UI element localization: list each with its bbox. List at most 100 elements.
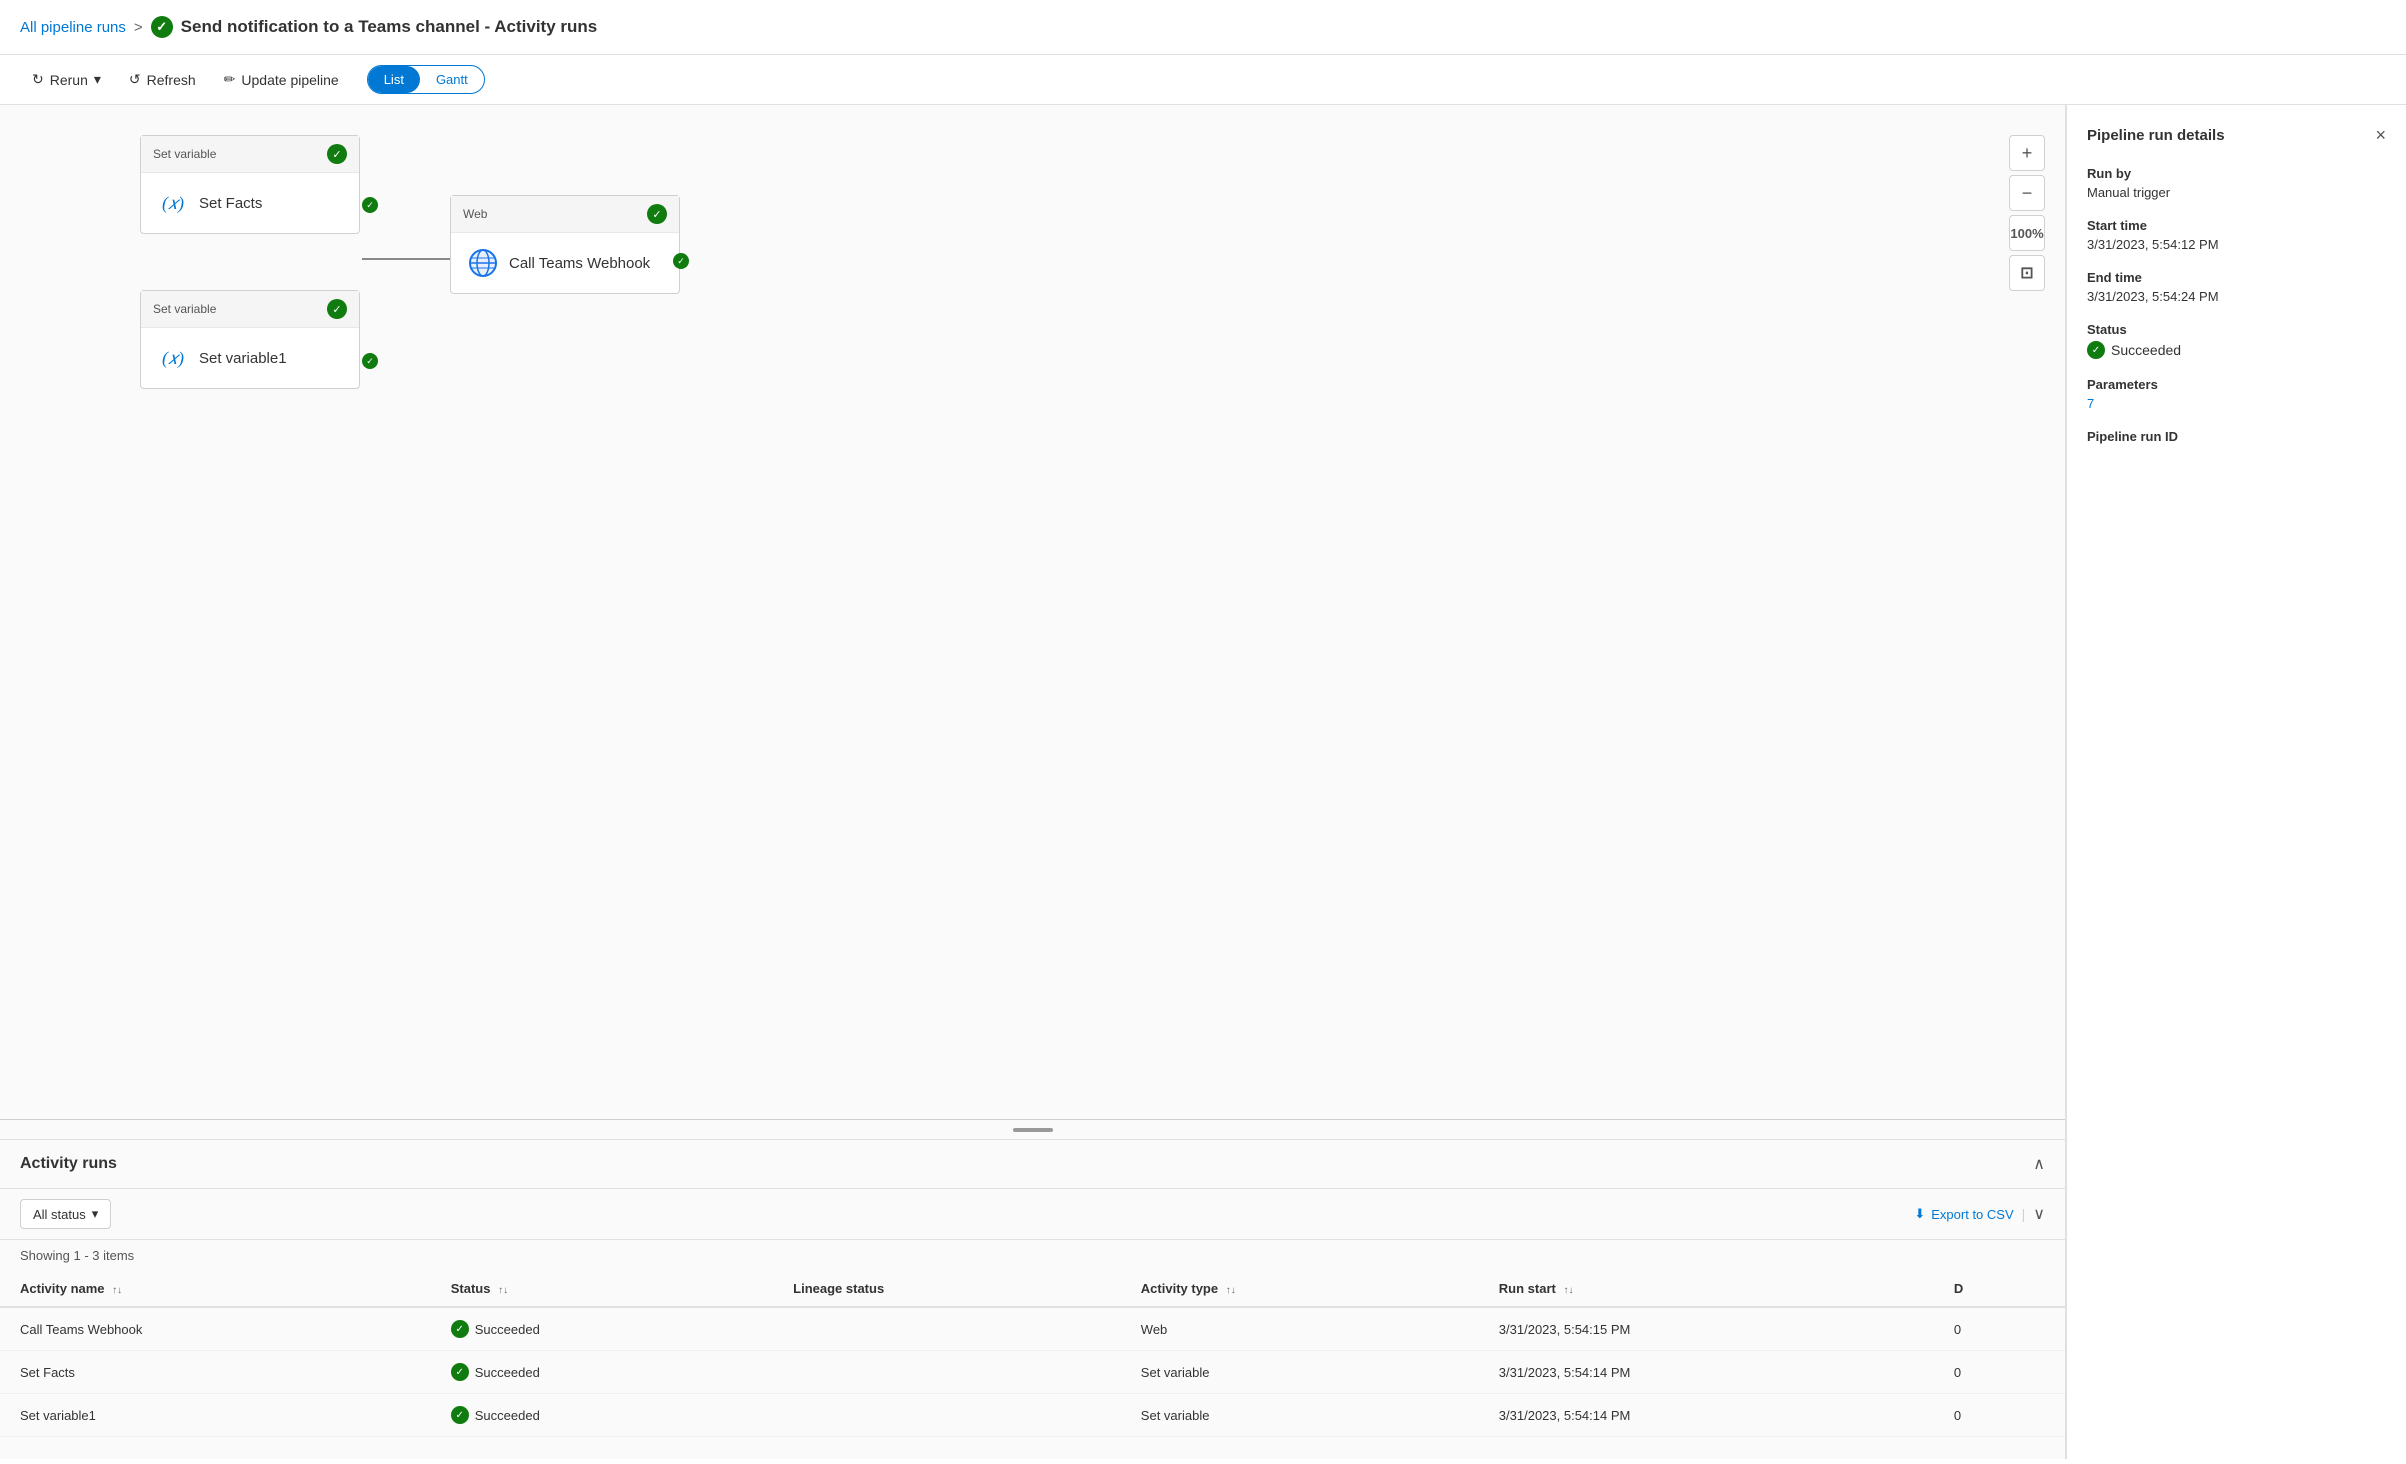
items-count: Showing 1 - 3 items — [0, 1240, 2065, 1271]
web-node[interactable]: Web ✓ — [450, 195, 680, 294]
set-facts-node-body: (𝑥) Set Facts — [141, 173, 359, 233]
start-time-detail: Start time 3/31/2023, 5:54:12 PM — [2087, 218, 2386, 252]
set-variable1-success-icon: ✓ — [327, 299, 347, 319]
run-start-sort-icon[interactable]: ↑↓ — [1563, 1286, 1573, 1296]
web-success-icon: ✓ — [647, 204, 667, 224]
col-d: D — [1934, 1271, 2065, 1307]
page-header: All pipeline runs > ✓ Send notification … — [0, 0, 2406, 55]
zoom-fit-button[interactable]: 100% — [2009, 215, 2045, 251]
breadcrumb-link[interactable]: All pipeline runs — [20, 19, 126, 36]
cell-activity-name: Set variable1 — [0, 1394, 431, 1437]
refresh-icon: ↺ — [129, 71, 141, 88]
cell-activity-name: Set Facts — [0, 1351, 431, 1394]
table-row[interactable]: Call Teams Webhook ✓ Succeeded Web 3/31/… — [0, 1307, 2065, 1351]
activity-name-sort-icon[interactable]: ↑↓ — [112, 1286, 122, 1296]
parameters-value[interactable]: 7 — [2087, 396, 2386, 411]
cell-run-start: 3/31/2023, 5:54:14 PM — [1479, 1351, 1934, 1394]
table-row[interactable]: Set Facts ✓ Succeeded Set variable 3/31/… — [0, 1351, 2065, 1394]
start-time-value: 3/31/2023, 5:54:12 PM — [2087, 237, 2386, 252]
gantt-view-button[interactable]: Gantt — [420, 66, 484, 93]
panel-title: Pipeline run details — [2087, 127, 2225, 144]
zoom-frame-button[interactable]: ⊡ — [2009, 255, 2045, 291]
set-variable1-variable-icon: (𝑥) — [157, 342, 189, 374]
cell-activity-type: Set variable — [1121, 1394, 1479, 1437]
set-variable1-node-body: (𝑥) Set variable1 — [141, 328, 359, 388]
canvas-divider[interactable] — [0, 1119, 2065, 1139]
pipeline-run-id-label: Pipeline run ID — [2087, 429, 2386, 444]
parameters-detail: Parameters 7 — [2087, 377, 2386, 411]
col-activity-type: Activity type ↑↓ — [1121, 1271, 1479, 1307]
run-by-value: Manual trigger — [2087, 185, 2386, 200]
set-variable1-node[interactable]: Set variable ✓ (𝑥) Set variable1 — [140, 290, 360, 389]
app-container: All pipeline runs > ✓ Send notification … — [0, 0, 2406, 1459]
set-variable1-node-header: Set variable ✓ — [141, 291, 359, 328]
web-node-header: Web ✓ — [451, 196, 679, 233]
pipeline-run-details-panel: Pipeline run details × Run by Manual tri… — [2066, 105, 2406, 1459]
zoom-in-button[interactable]: + — [2009, 135, 2045, 171]
cell-run-start: 3/31/2023, 5:54:15 PM — [1479, 1307, 1934, 1351]
close-panel-button[interactable]: × — [2375, 125, 2386, 146]
cell-d: 0 — [1934, 1351, 2065, 1394]
table-row[interactable]: Set variable1 ✓ Succeeded Set variable 3… — [0, 1394, 2065, 1437]
view-toggle: List Gantt — [367, 65, 485, 94]
zoom-out-button[interactable]: − — [2009, 175, 2045, 211]
activity-runs-toolbar: All status ▾ ⬇ Export to CSV | ∨ — [0, 1189, 2065, 1240]
parameters-label: Parameters — [2087, 377, 2386, 392]
arrow-shaft — [362, 258, 452, 260]
edit-icon: ✏ — [224, 71, 236, 88]
start-time-label: Start time — [2087, 218, 2386, 233]
set-facts-node-header: Set variable ✓ — [141, 136, 359, 173]
web-node-body: Call Teams Webhook — [451, 233, 679, 293]
status-label: Status — [2087, 322, 2386, 337]
cell-activity-name: Call Teams Webhook — [0, 1307, 431, 1351]
cell-activity-type: Set variable — [1121, 1351, 1479, 1394]
run-by-detail: Run by Manual trigger — [2087, 166, 2386, 200]
page-title: ✓ Send notification to a Teams channel -… — [151, 16, 598, 38]
cell-d: 0 — [1934, 1307, 2065, 1351]
expand-button[interactable]: ∨ — [2033, 1204, 2045, 1224]
web-globe-icon — [467, 247, 499, 279]
update-pipeline-button[interactable]: ✏ Update pipeline — [212, 65, 351, 94]
set-facts-success-icon: ✓ — [327, 144, 347, 164]
set-facts-variable-icon: (𝑥) — [157, 187, 189, 219]
cell-status: ✓ Succeeded — [431, 1351, 773, 1394]
cell-status: ✓ Succeeded — [431, 1307, 773, 1351]
status-filter-dropdown[interactable]: All status ▾ — [20, 1199, 111, 1229]
status-value: ✓ Succeeded — [2087, 341, 2386, 359]
cell-lineage-status — [773, 1351, 1121, 1394]
status-success-icon: ✓ — [2087, 341, 2105, 359]
breadcrumb-separator: > — [134, 19, 143, 36]
rerun-button[interactable]: ↻ Rerun ▾ — [20, 65, 113, 94]
list-view-button[interactable]: List — [368, 66, 420, 93]
activity-runs-section: Activity runs ∧ All status ▾ ⬇ Export to… — [0, 1139, 2065, 1459]
pipeline-run-id-detail: Pipeline run ID — [2087, 429, 2386, 444]
cell-run-start: 3/31/2023, 5:54:14 PM — [1479, 1394, 1934, 1437]
cell-status: ✓ Succeeded — [431, 1394, 773, 1437]
cell-lineage-status — [773, 1307, 1121, 1351]
panel-header: Pipeline run details × — [2087, 125, 2386, 146]
export-csv-button[interactable]: ⬇ Export to CSV — [1914, 1206, 2013, 1222]
row-status-icon: ✓ — [451, 1406, 469, 1424]
status-detail: Status ✓ Succeeded — [2087, 322, 2386, 359]
web-connector-check: ✓ — [673, 253, 689, 269]
activity-runs-table-container: Activity name ↑↓ Status ↑↓ Lineage statu… — [0, 1271, 2065, 1437]
export-icon: ⬇ — [1914, 1206, 1925, 1222]
row-status-icon: ✓ — [451, 1320, 469, 1338]
set-variable1-connector-check: ✓ — [362, 353, 378, 369]
status-sort-icon[interactable]: ↑↓ — [498, 1286, 508, 1296]
main-layout: + − 100% ⊡ Set variable ✓ (𝑥) — [0, 105, 2406, 1459]
rerun-icon: ↻ — [32, 71, 44, 88]
divider-handle — [1013, 1128, 1053, 1132]
end-time-value: 3/31/2023, 5:54:24 PM — [2087, 289, 2386, 304]
toolbar: ↻ Rerun ▾ ↺ Refresh ✏ Update pipeline Li… — [0, 55, 2406, 105]
set-facts-node[interactable]: Set variable ✓ (𝑥) Set Facts — [140, 135, 360, 234]
cell-d: 0 — [1934, 1394, 2065, 1437]
activity-type-sort-icon[interactable]: ↑↓ — [1226, 1286, 1236, 1296]
col-status: Status ↑↓ — [431, 1271, 773, 1307]
collapse-button[interactable]: ∧ — [2033, 1154, 2045, 1174]
set-facts-connector-check: ✓ — [362, 197, 378, 213]
col-run-start: Run start ↑↓ — [1479, 1271, 1934, 1307]
refresh-button[interactable]: ↺ Refresh — [117, 65, 208, 94]
activity-runs-title: Activity runs — [20, 1155, 117, 1173]
col-activity-name: Activity name ↑↓ — [0, 1271, 431, 1307]
